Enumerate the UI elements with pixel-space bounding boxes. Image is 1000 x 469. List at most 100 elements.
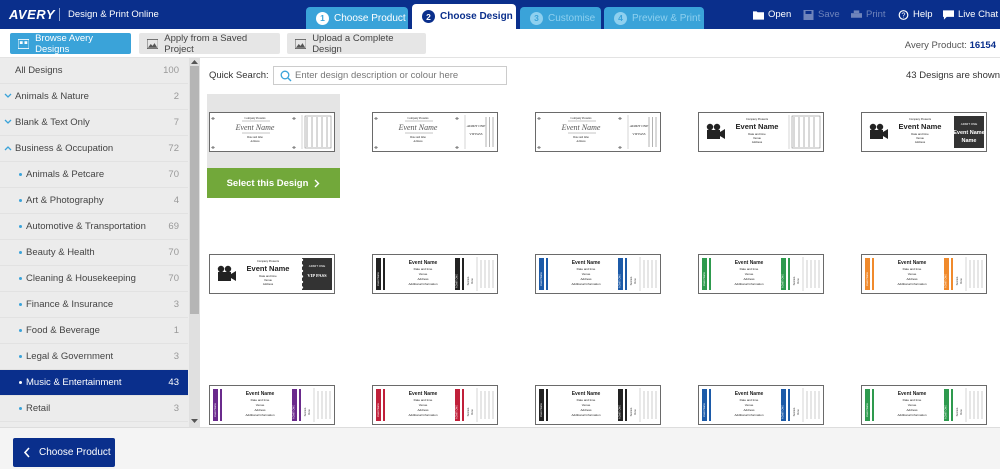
svg-text:Additional Information: Additional Information bbox=[897, 282, 926, 286]
bullet-icon bbox=[19, 251, 22, 254]
sidebar-item-label: Automotive & Transportation bbox=[26, 221, 146, 232]
svg-text:Event Name: Event Name bbox=[898, 260, 927, 266]
sidebar-item[interactable]: Blank & Text Only 7 bbox=[0, 110, 188, 136]
svg-text:Additional Information: Additional Information bbox=[408, 413, 437, 417]
sidebar-item[interactable]: Legal & Government 3 bbox=[0, 344, 188, 370]
svg-text:ADMIT ONE: ADMIT ONE bbox=[961, 122, 978, 126]
svg-text:Address: Address bbox=[417, 277, 429, 281]
svg-text:Additional Information: Additional Information bbox=[734, 413, 763, 417]
sidebar-item[interactable]: Art & Photography 4 bbox=[0, 188, 188, 214]
svg-text:Date and time: Date and time bbox=[740, 398, 759, 402]
sidebar-item[interactable]: Beauty & Health 70 bbox=[0, 240, 188, 266]
save-button[interactable]: Save bbox=[803, 9, 840, 20]
design-tile[interactable]: Event Name Event Name Date and time Venue Ad… bbox=[696, 242, 829, 302]
step-customise[interactable]: 3 Customise bbox=[520, 7, 601, 29]
sidebar-item[interactable]: Animals & Petcare 70 bbox=[0, 162, 188, 188]
svg-text:Row: Row bbox=[959, 278, 963, 283]
design-tile[interactable]: Event Name Event Name Date and time Venue Ad… bbox=[370, 242, 503, 302]
ticket-preview: Event Name Event Name Date and time Venue Ad… bbox=[698, 385, 824, 425]
svg-text:Company Presents: Company Presents bbox=[746, 117, 769, 121]
svg-text:Row: Row bbox=[796, 278, 800, 283]
svg-text:Event Name: Event Name bbox=[735, 391, 764, 397]
svg-text:Address: Address bbox=[417, 408, 429, 412]
logo-divider bbox=[59, 8, 60, 21]
svg-text:Company Presents: Company Presents bbox=[408, 117, 429, 120]
svg-text:Company Presents: Company Presents bbox=[571, 117, 592, 120]
design-tile[interactable]: Company Presents Event Name Date and time A… bbox=[370, 94, 503, 154]
quick-search-input[interactable] bbox=[295, 68, 500, 83]
design-tile[interactable]: Company Presents Event Name Date and time V… bbox=[696, 94, 829, 154]
svg-text:Section: Section bbox=[303, 407, 307, 416]
design-source-bar: Browse Avery Designs Apply from a Saved … bbox=[0, 29, 1000, 58]
sidebar-item-count: 7 bbox=[173, 117, 179, 128]
folder-icon bbox=[753, 10, 764, 20]
upload-icon bbox=[295, 38, 307, 49]
svg-text:Address: Address bbox=[580, 277, 592, 281]
ticket-preview: Event Name Event Name Date and time Venue Ad… bbox=[698, 254, 824, 294]
svg-text:Event Name: Event Name bbox=[866, 403, 869, 417]
sidebar-item-label: Animals & Nature bbox=[15, 91, 89, 102]
step-label: Customise bbox=[548, 12, 596, 24]
svg-text:Event Name: Event Name bbox=[572, 260, 601, 266]
print-button[interactable]: Print bbox=[851, 9, 886, 20]
ticket-preview: Company Presents Event Name Date and time A… bbox=[372, 112, 498, 152]
svg-text:Event Name: Event Name bbox=[409, 260, 438, 266]
sidebar-item[interactable]: Food & Beverage 1 bbox=[0, 318, 188, 344]
step-choose-product[interactable]: 1 Choose Product bbox=[306, 7, 408, 29]
apply-saved-project-button[interactable]: Apply from a Saved Project bbox=[139, 33, 280, 55]
sidebar-item[interactable]: Cleaning & Housekeeping 70 bbox=[0, 266, 188, 292]
sidebar-item-label: Animals & Petcare bbox=[26, 169, 105, 180]
scroll-up-icon[interactable] bbox=[191, 59, 198, 65]
design-tile[interactable]: Event Name Event Name Date and time Venue Ad… bbox=[859, 242, 992, 302]
avery-logo[interactable]: AVERY bbox=[9, 7, 55, 22]
design-tile[interactable]: Company Presents Event Name Date and time A… bbox=[207, 94, 340, 198]
design-tile[interactable]: Event Name Event Name Date and time Venue Ad… bbox=[370, 373, 503, 427]
sidebar-item[interactable]: Music & Entertainment 43 bbox=[0, 370, 188, 396]
sidebar-item[interactable]: Animals & Nature 2 bbox=[0, 84, 188, 110]
chevron-down-icon bbox=[4, 93, 12, 98]
svg-text:Date and time: Date and time bbox=[247, 136, 263, 139]
step-preview-print[interactable]: 4 Preview & Print bbox=[604, 7, 704, 29]
sidebar-item-label: Cleaning & Housekeeping bbox=[26, 273, 136, 284]
sidebar-item[interactable]: Retail 3 bbox=[0, 396, 188, 422]
svg-text:Event Name: Event Name bbox=[898, 391, 927, 397]
sidebar-item[interactable]: Business & Occupation 72 bbox=[0, 136, 188, 162]
svg-text:Venue: Venue bbox=[582, 403, 591, 407]
svg-text:VIP PASS: VIP PASS bbox=[307, 273, 327, 278]
live-chat-button[interactable]: Live Chat bbox=[943, 9, 998, 20]
svg-text:Event Name: Event Name bbox=[409, 391, 438, 397]
design-tile[interactable]: Event Name Event Name Date and time Venue Ad… bbox=[207, 373, 340, 427]
step-choose-design[interactable]: 2 Choose Design bbox=[412, 4, 516, 29]
design-tile[interactable]: Event Name Event Name Date and time Venue Ad… bbox=[533, 242, 666, 302]
design-tile[interactable]: Company Presents Event Name Date and time V… bbox=[859, 94, 992, 154]
step-number: 1 bbox=[316, 11, 329, 25]
chevron-down-icon bbox=[4, 119, 12, 124]
design-tile[interactable]: Event Name Event Name Date and time Venue Ad… bbox=[859, 373, 992, 427]
sidebar-item-count: 69 bbox=[168, 221, 179, 232]
svg-text:Address: Address bbox=[580, 408, 592, 412]
sidebar-scroll-thumb[interactable] bbox=[190, 66, 199, 314]
back-choose-product-button[interactable]: Choose Product bbox=[13, 438, 115, 467]
select-design-button[interactable]: Select this Design bbox=[207, 168, 340, 198]
design-tile[interactable]: Event Name Event Name Date and time Venue Ad… bbox=[696, 373, 829, 427]
browse-icon bbox=[18, 38, 30, 49]
sidebar-item[interactable]: Automotive & Transportation 69 bbox=[0, 214, 188, 240]
svg-text:ADMIT ONE: ADMIT ONE bbox=[945, 405, 948, 419]
scroll-down-icon[interactable] bbox=[191, 418, 198, 424]
sidebar-item-label: Blank & Text Only bbox=[15, 117, 90, 128]
ticket-preview: Company Presents Event Name Date and time V… bbox=[209, 254, 335, 294]
browse-designs-button[interactable]: Browse Avery Designs bbox=[10, 33, 131, 55]
svg-text:Date and time: Date and time bbox=[251, 398, 270, 402]
design-tile[interactable]: Company Presents Event Name Date and time A… bbox=[533, 94, 666, 154]
svg-text:Section: Section bbox=[955, 276, 959, 285]
sidebar-item[interactable]: Finance & Insurance 3 bbox=[0, 292, 188, 318]
open-button[interactable]: Open bbox=[753, 9, 791, 20]
svg-text:Address: Address bbox=[743, 408, 755, 412]
design-tile[interactable]: Event Name Event Name Date and time Venue Ad… bbox=[533, 373, 666, 427]
sidebar-item[interactable]: All Designs 100 bbox=[0, 58, 188, 84]
design-tile[interactable]: Company Presents Event Name Date and time V… bbox=[207, 242, 340, 302]
help-button[interactable]: ? Help bbox=[898, 9, 933, 20]
upload-design-button[interactable]: Upload a Complete Design bbox=[287, 33, 426, 55]
step-number: 3 bbox=[530, 11, 543, 25]
bullet-icon bbox=[19, 277, 22, 280]
